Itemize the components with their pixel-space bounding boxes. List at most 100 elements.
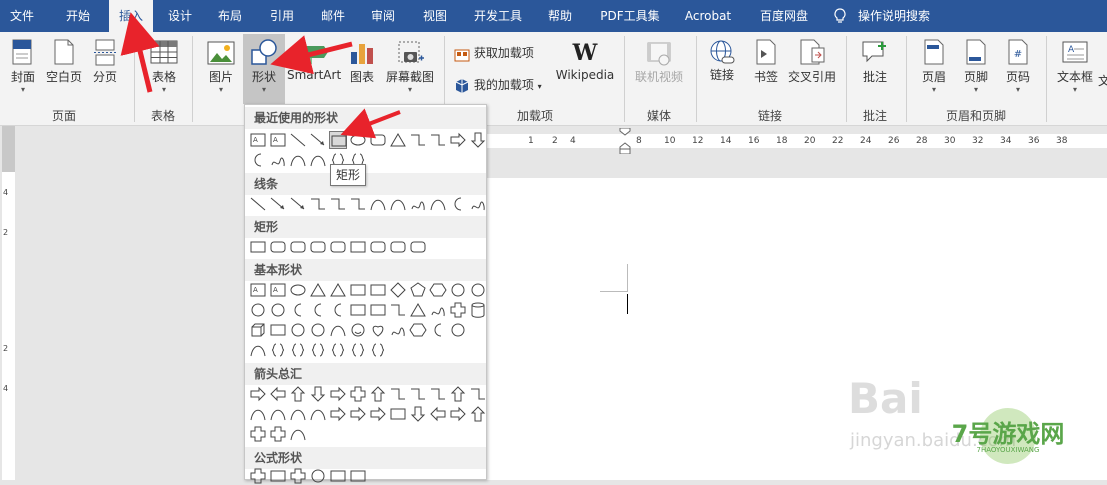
shape-cross[interactable] (269, 425, 287, 443)
shape-tri[interactable] (309, 281, 327, 299)
document-page[interactable] (486, 178, 1107, 480)
shape-curve[interactable] (269, 405, 287, 423)
shape-brace[interactable] (349, 341, 367, 359)
shape-curve[interactable] (329, 321, 347, 339)
comment-button[interactable]: 批注 (856, 38, 894, 85)
shape-rarrow[interactable] (329, 385, 347, 403)
text-more-button[interactable]: 文 (1098, 72, 1107, 89)
shape-rect[interactable] (349, 467, 367, 485)
shape-scribble[interactable] (269, 151, 287, 169)
shape-curve[interactable] (249, 341, 267, 359)
shape-elbow[interactable] (389, 301, 407, 319)
shape-cross[interactable] (289, 467, 307, 485)
shape-rarrow[interactable] (329, 405, 347, 423)
shape-rect[interactable] (249, 238, 267, 256)
shape-rect[interactable] (349, 281, 367, 299)
tab-review[interactable]: 审阅 (363, 0, 403, 32)
shape-hex[interactable] (429, 281, 447, 299)
tab-references[interactable]: 引用 (262, 0, 302, 32)
shape-brace[interactable] (269, 341, 287, 359)
shape-arrowline[interactable] (289, 195, 307, 213)
shape-rrect[interactable] (409, 238, 427, 256)
tab-layout[interactable]: 布局 (210, 0, 250, 32)
shape-oval[interactable] (349, 131, 367, 149)
shape-can[interactable] (469, 301, 487, 319)
shape-cross[interactable] (449, 301, 467, 319)
shape-rect[interactable] (269, 467, 287, 485)
shape-brace[interactable] (369, 341, 387, 359)
online-video-button[interactable]: 联机视频 (630, 38, 688, 85)
shape-pent[interactable] (409, 281, 427, 299)
page-number-button[interactable]: # 页码 ▾ (1000, 38, 1036, 95)
shape-brace[interactable] (329, 341, 347, 359)
shape-rrect[interactable] (269, 238, 287, 256)
shape-elbow[interactable] (409, 131, 427, 149)
shape-curve[interactable] (369, 195, 387, 213)
shape-circle[interactable] (309, 467, 327, 485)
shape-rrect[interactable] (369, 131, 387, 149)
tab-help[interactable]: 帮助 (540, 0, 580, 32)
blank-page-button[interactable]: 空白页 (44, 38, 84, 85)
shape-darrow[interactable] (409, 405, 427, 423)
shape-circle[interactable] (309, 321, 327, 339)
shape-text[interactable]: A (249, 131, 267, 149)
shape-scribble[interactable] (409, 195, 427, 213)
shape-elbow[interactable] (309, 195, 327, 213)
shape-rect[interactable] (269, 321, 287, 339)
shape-heart[interactable] (369, 321, 387, 339)
shape-circle[interactable] (449, 321, 467, 339)
shape-rrect[interactable] (369, 238, 387, 256)
shape-rrect[interactable] (329, 238, 347, 256)
shape-uarrow[interactable] (449, 385, 467, 403)
tell-me-search[interactable]: 操作说明搜索 (858, 0, 938, 32)
shape-arrowline[interactable] (269, 195, 287, 213)
shape-text[interactable]: A (269, 281, 287, 299)
shape-scribble[interactable] (429, 301, 447, 319)
shape-curve[interactable] (429, 195, 447, 213)
tab-file[interactable]: 文件 (0, 0, 44, 32)
shape-text[interactable]: A (249, 281, 267, 299)
screenshot-button[interactable]: 屏幕截图 ▾ (382, 38, 438, 95)
shape-moon[interactable] (429, 321, 447, 339)
shape-cube[interactable] (249, 321, 267, 339)
shape-rect[interactable] (389, 405, 407, 423)
shape-curve[interactable] (309, 405, 327, 423)
shape-rarrow[interactable] (369, 405, 387, 423)
shape-moon[interactable] (449, 195, 467, 213)
shape-elbow[interactable] (389, 385, 407, 403)
textbox-button[interactable]: A 文本框 ▾ (1054, 38, 1096, 95)
bookmark-button[interactable]: 书签 (748, 38, 784, 85)
shape-scribble[interactable] (389, 321, 407, 339)
tab-view[interactable]: 视图 (415, 0, 455, 32)
cover-page-button[interactable]: 封面 ▾ (4, 38, 42, 95)
shape-rrect[interactable] (289, 238, 307, 256)
tab-developer[interactable]: 开发工具 (468, 0, 528, 32)
shape-smile[interactable] (349, 321, 367, 339)
shape-circle[interactable] (249, 301, 267, 319)
shape-rrect[interactable] (309, 238, 327, 256)
shape-rect[interactable] (349, 238, 367, 256)
shape-larrow[interactable] (429, 405, 447, 423)
tab-baidu-netdisk[interactable]: 百度网盘 (752, 0, 816, 32)
shape-darrow[interactable] (469, 131, 487, 149)
shape-elbow[interactable] (469, 385, 487, 403)
shape-uarrow[interactable] (469, 405, 487, 423)
shape-line[interactable] (249, 195, 267, 213)
page-break-button[interactable]: 分页 (88, 38, 122, 85)
shape-elbow[interactable] (409, 385, 427, 403)
shape-cross[interactable] (249, 425, 267, 443)
shape-elbow[interactable] (329, 195, 347, 213)
wikipedia-button[interactable]: W Wikipedia (554, 38, 616, 82)
shape-curve[interactable] (289, 425, 307, 443)
shape-circle[interactable] (469, 281, 487, 299)
shape-cross[interactable] (249, 467, 267, 485)
table-button[interactable]: 表格 ▾ (144, 38, 184, 95)
tab-acrobat[interactable]: Acrobat (678, 0, 738, 32)
shape-uarrow[interactable] (369, 385, 387, 403)
shapes-button[interactable]: 形状 ▾ (243, 34, 285, 104)
shape-elbow[interactable] (429, 131, 447, 149)
shape-brace[interactable] (289, 341, 307, 359)
shape-elbow[interactable] (349, 195, 367, 213)
header-button[interactable]: 页眉 ▾ (916, 38, 952, 95)
tab-design[interactable]: 设计 (160, 0, 200, 32)
